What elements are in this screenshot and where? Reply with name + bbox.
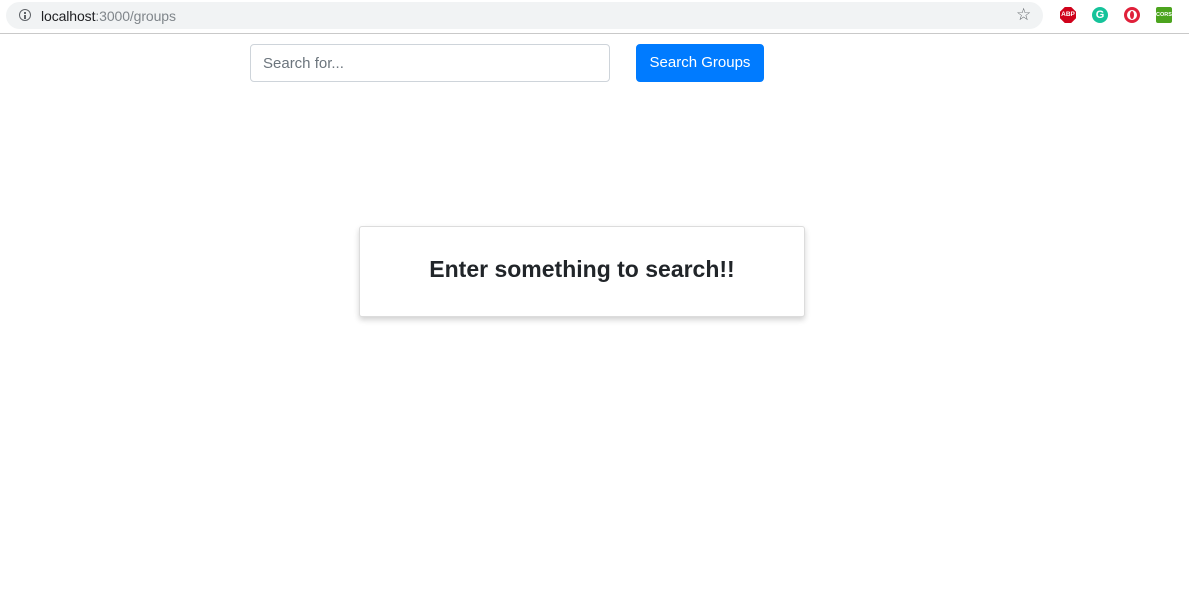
search-input[interactable] [250, 44, 610, 82]
grammarly-icon[interactable]: G [1092, 7, 1108, 23]
url-text[interactable]: localhost:3000/groups [41, 8, 176, 24]
opera-icon[interactable] [1124, 7, 1140, 23]
cors-icon[interactable]: CORS [1156, 7, 1172, 23]
info-icon[interactable] [19, 9, 31, 21]
url-path: :3000/groups [95, 8, 176, 24]
star-icon[interactable]: ☆ [1016, 5, 1031, 25]
url-host: localhost [41, 8, 96, 24]
empty-state-message: Enter something to search!! [429, 256, 735, 282]
adblock-plus-icon[interactable]: ABP [1060, 7, 1076, 23]
empty-state-card: Enter something to search!! [359, 226, 805, 317]
browser-toolbar: localhost:3000/groups ☆ ABP G CORS [0, 0, 1189, 34]
address-bar[interactable]: localhost:3000/groups ☆ [6, 2, 1043, 29]
search-groups-button[interactable]: Search Groups [636, 44, 764, 82]
